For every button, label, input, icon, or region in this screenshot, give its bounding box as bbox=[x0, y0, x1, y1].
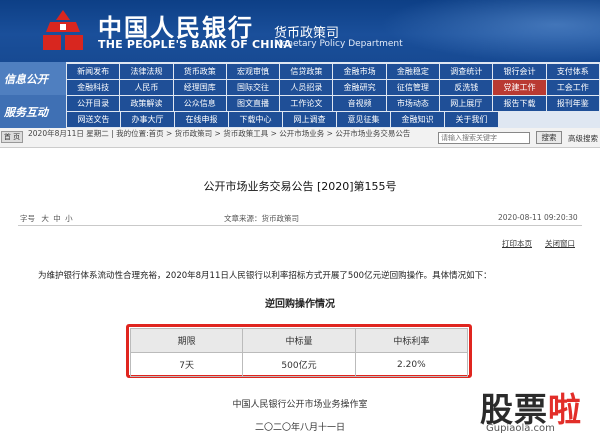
nav-item[interactable]: 反洗钱 bbox=[440, 80, 493, 95]
nav-item[interactable]: 网送文告 bbox=[67, 112, 120, 127]
home-button[interactable]: 首 页 bbox=[1, 131, 23, 143]
nav-item[interactable]: 人员招录 bbox=[280, 80, 333, 95]
main-nav: 信息公开 服务互动 新闻发布 法律法规 货币政策 宏观审慎 信贷政策 金融市场 金融稳定 调查… bbox=[0, 62, 600, 128]
source-label: 文章来源： bbox=[224, 214, 262, 223]
nav-item[interactable]: 信贷政策 bbox=[280, 64, 333, 79]
source-value: 货币政策司 bbox=[261, 214, 300, 223]
nav-item[interactable]: 金融研究 bbox=[333, 80, 386, 95]
nav-item[interactable]: 工作论文 bbox=[280, 96, 333, 111]
nav-item[interactable]: 经理国库 bbox=[173, 80, 226, 95]
font-size-controls: 字号 大 中 小 bbox=[20, 213, 73, 224]
nav-item[interactable]: 人民币 bbox=[120, 80, 173, 95]
dept-name-en: Monetary Policy Department bbox=[274, 39, 403, 49]
table-cell-term: 7天 bbox=[129, 352, 244, 377]
table-cell-amount: 500亿元 bbox=[242, 352, 356, 377]
nav-item[interactable]: 关于我们 bbox=[445, 112, 498, 127]
divider bbox=[18, 225, 582, 226]
print-link[interactable]: 打印本页 bbox=[502, 238, 532, 249]
font-size-small[interactable]: 小 bbox=[65, 214, 73, 223]
pboc-emblem-icon bbox=[43, 10, 83, 50]
nav-row: 新闻发布 法律法规 货币政策 宏观审慎 信贷政策 金融市场 金融稳定 调查统计 银行会计 支付体系 bbox=[67, 64, 600, 79]
site-header: 中国人民银行 THE PEOPLE'S BANK OF CHINA 货币政策司 … bbox=[0, 0, 600, 62]
operation-table: 期限 中标量 中标利率 7天 500亿元 2.20% bbox=[129, 328, 469, 377]
nav-section-info: 信息公开 bbox=[0, 62, 66, 95]
nav-item[interactable]: 工会工作 bbox=[546, 80, 599, 95]
nav-item[interactable]: 国际交往 bbox=[226, 80, 280, 95]
nav-row: 金融科技 人民币 经理国库 国际交往 人员招录 金融研究 征信管理 反洗钱 党建工作 工会工作 bbox=[67, 80, 600, 95]
table-header-row: 期限 中标量 中标利率 bbox=[129, 328, 469, 353]
nav-item[interactable]: 宏观审慎 bbox=[226, 64, 280, 79]
nav-item[interactable]: 调查统计 bbox=[440, 64, 493, 79]
font-size-large[interactable]: 大 bbox=[41, 214, 49, 223]
article-title: 公开市场业务交易公告 [2020]第155号 bbox=[203, 180, 397, 193]
nav-item[interactable]: 党建工作 bbox=[493, 80, 546, 95]
breadcrumb-bar: 首 页 2020年8月11日 星期二 | 我的位置:首页 > 货币政策司 > 货… bbox=[0, 128, 600, 148]
nav-item[interactable]: 法律法规 bbox=[120, 64, 173, 79]
table-header-amount: 中标量 bbox=[242, 328, 356, 353]
header-glow bbox=[380, 0, 600, 62]
nav-item[interactable]: 银行会计 bbox=[493, 64, 546, 79]
table-header-rate: 中标利率 bbox=[354, 328, 469, 353]
operation-table-highlight: 期限 中标量 中标利率 7天 500亿元 2.20% bbox=[126, 324, 472, 378]
search-input[interactable] bbox=[438, 132, 530, 144]
nav-item[interactable]: 公开目录 bbox=[67, 96, 120, 111]
article-intro: 为维护银行体系流动性合理充裕，2020年8月11日人民银行以利率招标方式开展了5… bbox=[38, 271, 492, 281]
nav-item[interactable]: 金融市场 bbox=[333, 64, 386, 79]
nav-item[interactable]: 金融知识 bbox=[391, 112, 444, 127]
nav-item[interactable]: 报刊年鉴 bbox=[546, 96, 599, 111]
nav-item[interactable]: 政策解读 bbox=[120, 96, 173, 111]
nav-item[interactable]: 意见征集 bbox=[337, 112, 390, 127]
table-row: 7天 500亿元 2.20% bbox=[129, 352, 469, 377]
article-datetime: 2020-08-11 09:20:30 bbox=[498, 213, 578, 222]
nav-item[interactable]: 网上展厅 bbox=[440, 96, 493, 111]
breadcrumb: 2020年8月11日 星期二 | 我的位置:首页 > 货币政策司 > 货币政策工… bbox=[28, 129, 411, 138]
nav-item[interactable]: 图文直播 bbox=[226, 96, 280, 111]
font-size-medium[interactable]: 中 bbox=[53, 214, 61, 223]
advanced-search-link[interactable]: 高级搜索 bbox=[568, 133, 598, 144]
nav-item[interactable]: 征信管理 bbox=[386, 80, 440, 95]
nav-item[interactable]: 下载中心 bbox=[229, 112, 282, 127]
nav-item[interactable]: 金融稳定 bbox=[386, 64, 440, 79]
nav-section-service: 服务互动 bbox=[0, 95, 66, 128]
nav-item[interactable]: 金融科技 bbox=[67, 80, 120, 95]
table-cell-rate: 2.20% bbox=[354, 352, 469, 377]
section-title: 逆回购操作情况 bbox=[265, 299, 335, 310]
nav-item[interactable]: 报告下载 bbox=[493, 96, 546, 111]
close-window-link[interactable]: 关闭窗口 bbox=[545, 238, 575, 249]
nav-item[interactable]: 支付体系 bbox=[546, 64, 599, 79]
font-size-label: 字号 bbox=[20, 214, 35, 223]
nav-grid: 新闻发布 法律法规 货币政策 宏观审慎 信贷政策 金融市场 金融稳定 调查统计 银行会计 支付体系… bbox=[67, 64, 600, 128]
article-source: 文章来源：货币政策司 bbox=[224, 213, 299, 224]
nav-item[interactable]: 音视频 bbox=[333, 96, 386, 111]
nav-item[interactable]: 办事大厅 bbox=[121, 112, 174, 127]
nav-row: 网送文告 办事大厅 在线申报 下载中心 网上调查 意见征集 金融知识 关于我们 bbox=[67, 112, 600, 127]
nav-item[interactable]: 在线申报 bbox=[175, 112, 228, 127]
nav-item[interactable]: 货币政策 bbox=[173, 64, 226, 79]
nav-item[interactable]: 网上调查 bbox=[283, 112, 336, 127]
search-button[interactable]: 搜索 bbox=[536, 131, 562, 144]
table-header-term: 期限 bbox=[129, 328, 244, 353]
watermark-url: Gupiaola.com bbox=[486, 423, 555, 434]
nav-row: 公开目录 政策解读 公众信息 图文直播 工作论文 音视频 市场动态 网上展厅 报告下载 报刊年鉴 bbox=[67, 96, 600, 111]
nav-item[interactable]: 新闻发布 bbox=[67, 64, 120, 79]
bank-name-en: THE PEOPLE'S BANK OF CHINA bbox=[98, 38, 293, 51]
nav-item[interactable]: 公众信息 bbox=[173, 96, 226, 111]
nav-item[interactable]: 市场动态 bbox=[386, 96, 440, 111]
